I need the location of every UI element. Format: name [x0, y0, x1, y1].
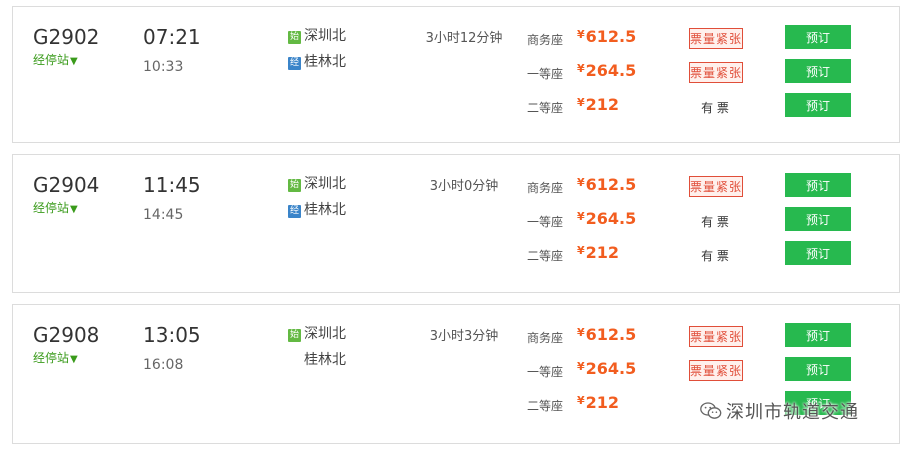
ticket-status: 有 票: [701, 215, 729, 229]
seat-class: 一等座: [527, 365, 564, 379]
stops-label: 经停站: [33, 201, 70, 215]
seat-class: 二等座: [527, 249, 564, 263]
book-button[interactable]: 预订: [785, 25, 851, 49]
yen-symbol: ¥: [577, 326, 585, 339]
train-card: G2902 经停站▼ 07:21 10:33 始深圳北 经桂林北 3小时12分钟…: [12, 6, 900, 143]
yen-symbol: ¥: [577, 28, 585, 41]
ticket-status: 有 票: [701, 249, 729, 263]
train-number[interactable]: G2902: [33, 25, 99, 49]
price-value: 264.5: [585, 61, 637, 80]
seat-class: 二等座: [527, 399, 564, 413]
from-station: 始深圳北: [288, 173, 346, 193]
ticket-status: 票量紧张: [689, 176, 743, 197]
yen-symbol: ¥: [577, 244, 585, 257]
price-value: 264.5: [585, 209, 637, 228]
seat-class: 商务座: [527, 331, 564, 345]
duration: 3小时0分钟: [429, 179, 499, 194]
seat-price: ¥264.5: [577, 61, 636, 80]
book-button[interactable]: 预订: [785, 323, 851, 347]
book-button[interactable]: 预订: [785, 93, 851, 117]
ticket-status: 票量紧张: [689, 360, 743, 381]
book-button[interactable]: 预订: [785, 357, 851, 381]
origin-badge-icon: 始: [288, 31, 301, 44]
yen-symbol: ¥: [577, 96, 585, 109]
seat-class: 一等座: [527, 67, 564, 81]
ticket-status: 票量紧张: [689, 326, 743, 347]
price-value: 212: [585, 393, 620, 412]
to-station-name: 桂林北: [304, 54, 346, 70]
watermark: 深圳市轨道交通: [700, 398, 859, 424]
passing-badge-icon: 经: [288, 205, 301, 218]
to-station: 经桂林北: [288, 51, 346, 71]
seat-price: ¥212: [577, 95, 619, 114]
price-value: 212: [585, 243, 620, 262]
ticket-status: 票量紧张: [689, 28, 743, 49]
yen-symbol: ¥: [577, 176, 585, 189]
seat-class: 二等座: [527, 101, 564, 115]
seat-class: 商务座: [527, 33, 564, 47]
arrive-time: 10:33: [143, 59, 184, 75]
seat-price: ¥212: [577, 243, 619, 262]
book-button[interactable]: 预订: [785, 173, 851, 197]
from-station-name: 深圳北: [304, 326, 346, 342]
seat-price: ¥612.5: [577, 325, 636, 344]
to-station: 桂林北: [288, 349, 346, 369]
yen-symbol: ¥: [577, 394, 585, 407]
triangle-down-icon: ▼: [70, 354, 78, 365]
depart-time: 11:45: [143, 173, 201, 197]
from-station-name: 深圳北: [304, 28, 346, 44]
depart-time: 07:21: [143, 25, 201, 49]
origin-badge-icon: 始: [288, 329, 301, 342]
price-value: 612.5: [585, 27, 637, 46]
watermark-text: 深圳市轨道交通: [726, 402, 859, 423]
seat-price: ¥212: [577, 393, 619, 412]
train-number[interactable]: G2904: [33, 173, 99, 197]
price-value: 264.5: [585, 359, 637, 378]
yen-symbol: ¥: [577, 210, 585, 223]
train-number[interactable]: G2908: [33, 323, 99, 347]
ticket-status: 票量紧张: [689, 62, 743, 83]
origin-badge-icon: 始: [288, 179, 301, 192]
from-station-name: 深圳北: [304, 176, 346, 192]
wechat-icon: [700, 402, 722, 419]
price-value: 612.5: [585, 325, 637, 344]
price-value: 212: [585, 95, 620, 114]
yen-symbol: ¥: [577, 360, 585, 373]
seat-price: ¥264.5: [577, 359, 636, 378]
triangle-down-icon: ▼: [70, 204, 78, 215]
depart-time: 13:05: [143, 323, 201, 347]
to-station-name: 桂林北: [304, 352, 346, 368]
stops-link[interactable]: 经停站▼: [33, 349, 78, 366]
from-station: 始深圳北: [288, 323, 346, 343]
duration: 3小时12分钟: [425, 31, 503, 46]
seat-price: ¥612.5: [577, 27, 636, 46]
arrive-time: 16:08: [143, 357, 184, 373]
terminal-badge-icon: [288, 350, 301, 363]
passing-badge-icon: 经: [288, 57, 301, 70]
train-card: G2904 经停站▼ 11:45 14:45 始深圳北 经桂林北 3小时0分钟 …: [12, 154, 900, 293]
duration: 3小时3分钟: [429, 329, 499, 344]
stops-link[interactable]: 经停站▼: [33, 51, 78, 68]
to-station-name: 桂林北: [304, 202, 346, 218]
stops-label: 经停站: [33, 351, 70, 365]
price-value: 612.5: [585, 175, 637, 194]
ticket-status: 有 票: [701, 101, 729, 115]
book-button[interactable]: 预订: [785, 207, 851, 231]
yen-symbol: ¥: [577, 62, 585, 75]
triangle-down-icon: ▼: [70, 56, 78, 67]
from-station: 始深圳北: [288, 25, 346, 45]
seat-class: 商务座: [527, 181, 564, 195]
book-button[interactable]: 预订: [785, 241, 851, 265]
book-button[interactable]: 预订: [785, 59, 851, 83]
stops-label: 经停站: [33, 53, 70, 67]
to-station: 经桂林北: [288, 199, 346, 219]
seat-class: 一等座: [527, 215, 564, 229]
seat-price: ¥612.5: [577, 175, 636, 194]
arrive-time: 14:45: [143, 207, 184, 223]
seat-price: ¥264.5: [577, 209, 636, 228]
stops-link[interactable]: 经停站▼: [33, 199, 78, 216]
